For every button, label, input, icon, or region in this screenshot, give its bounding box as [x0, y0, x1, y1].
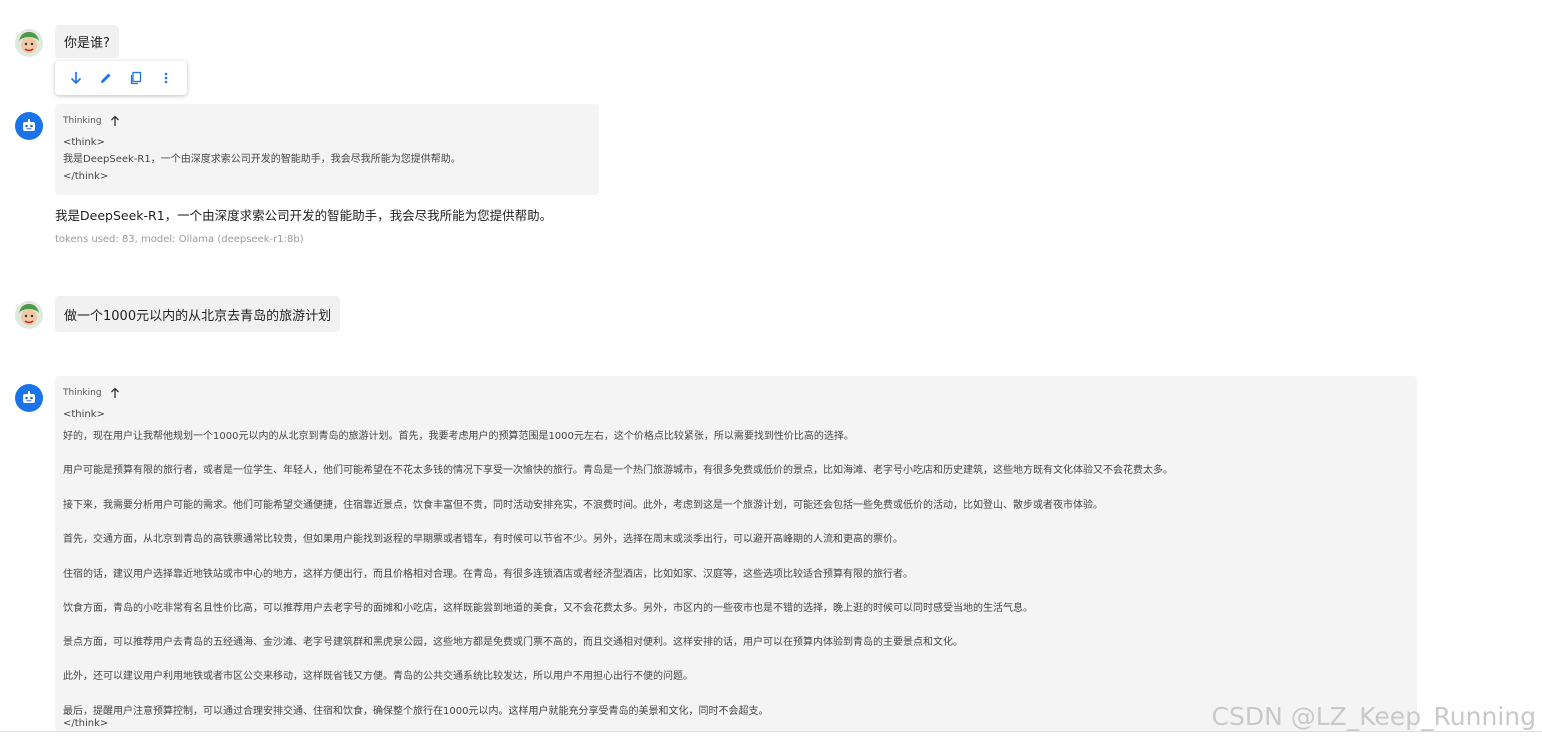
think-paragraph: 好的，现在用户让我帮他规划一个1000元以内的从北京到青岛的旅游计划。首先，我要… [63, 431, 854, 442]
user-message-text: 你是谁? [64, 36, 110, 51]
copy-icon [130, 71, 142, 85]
arrow-up-icon[interactable] [110, 387, 120, 399]
thinking-label: Thinking [63, 116, 102, 126]
arrow-up-icon[interactable] [110, 115, 120, 127]
user-avatar-icon [15, 29, 43, 57]
thinking-header[interactable]: Thinking [63, 384, 1409, 402]
think-paragraph: 住宿的话，建议用户选择靠近地铁站或市中心的地方，这样方便出行，而且价格相对合理。… [63, 569, 913, 580]
thinking-header[interactable]: Thinking [63, 112, 591, 130]
download-button[interactable] [64, 66, 88, 90]
user-message-text: 做一个1000元以内的从北京去青岛的旅游计划 [64, 308, 332, 324]
think-line: </think> [63, 171, 109, 182]
user-avatar [15, 301, 43, 329]
think-paragraph: 此外，还可以建议用户利用地铁或者市区公交来移动，这样既省钱又方便。青岛的公共交通… [63, 671, 693, 682]
think-paragraph: 景点方面，可以推荐用户去青岛的五经通海、金沙滩、老字号建筑群和黑虎泉公园，这些地… [63, 637, 963, 648]
bot-avatar [15, 384, 43, 412]
watermark: CSDN @LZ_Keep_Running [1211, 702, 1537, 731]
thinking-panel: Thinking <think> 我是DeepSeek-R1，一个由深度求索公司… [55, 104, 599, 195]
think-open-tag: <think> [63, 409, 105, 420]
think-close-tag: </think> [63, 718, 109, 729]
bot-answer: 我是DeepSeek-R1，一个由深度求索公司开发的智能助手，我会尽我所能为您提… [55, 208, 553, 223]
copy-button[interactable] [124, 66, 148, 90]
user-avatar [15, 29, 43, 57]
arrow-down-icon [70, 72, 82, 85]
robot-icon [23, 119, 35, 131]
think-paragraph: 接下来，我需要分析用户可能的需求。他们可能希望交通便捷，住宿靠近景点，饮食丰富但… [63, 500, 1103, 511]
think-paragraph: 用户可能是预算有限的旅行者，或者是一位学生、年轻人，他们可能希望在不花太多钱的情… [63, 465, 1173, 476]
more-icon [164, 72, 168, 84]
think-paragraph: 最后，提醒用户注意预算控制，可以通过合理安排交通、住宿和饮食，确保整个旅行在10… [63, 706, 769, 717]
user-avatar-icon [15, 301, 43, 329]
think-line: 我是DeepSeek-R1，一个由深度求索公司开发的智能助手，我会尽我所能为您提… [63, 154, 461, 165]
think-line: <think> [63, 137, 105, 148]
edit-icon [101, 73, 111, 83]
edit-button[interactable] [94, 66, 118, 90]
more-options-button[interactable] [154, 66, 178, 90]
user-message-bubble: 做一个1000元以内的从北京去青岛的旅游计划 [55, 296, 341, 332]
message-toolbar [55, 61, 187, 95]
bot-avatar [15, 112, 43, 140]
thinking-label: Thinking [63, 388, 102, 398]
divider [0, 731, 1542, 732]
robot-icon [23, 391, 35, 403]
think-paragraph: 饮食方面，青岛的小吃非常有名且性价比高，可以推荐用户去老字号的面摊和小吃店，这样… [63, 603, 1033, 614]
think-paragraph: 首先，交通方面，从北京到青岛的高铁票通常比较贵，但如果用户能找到返程的早期票或者… [63, 534, 903, 545]
user-message-bubble: 你是谁? [55, 25, 119, 58]
thinking-panel: Thinking <think> 好的，现在用户让我帮他规划一个1000元以内的… [55, 376, 1417, 731]
token-usage-meta: tokens used: 83, model: Ollama (deepseek… [55, 234, 304, 245]
